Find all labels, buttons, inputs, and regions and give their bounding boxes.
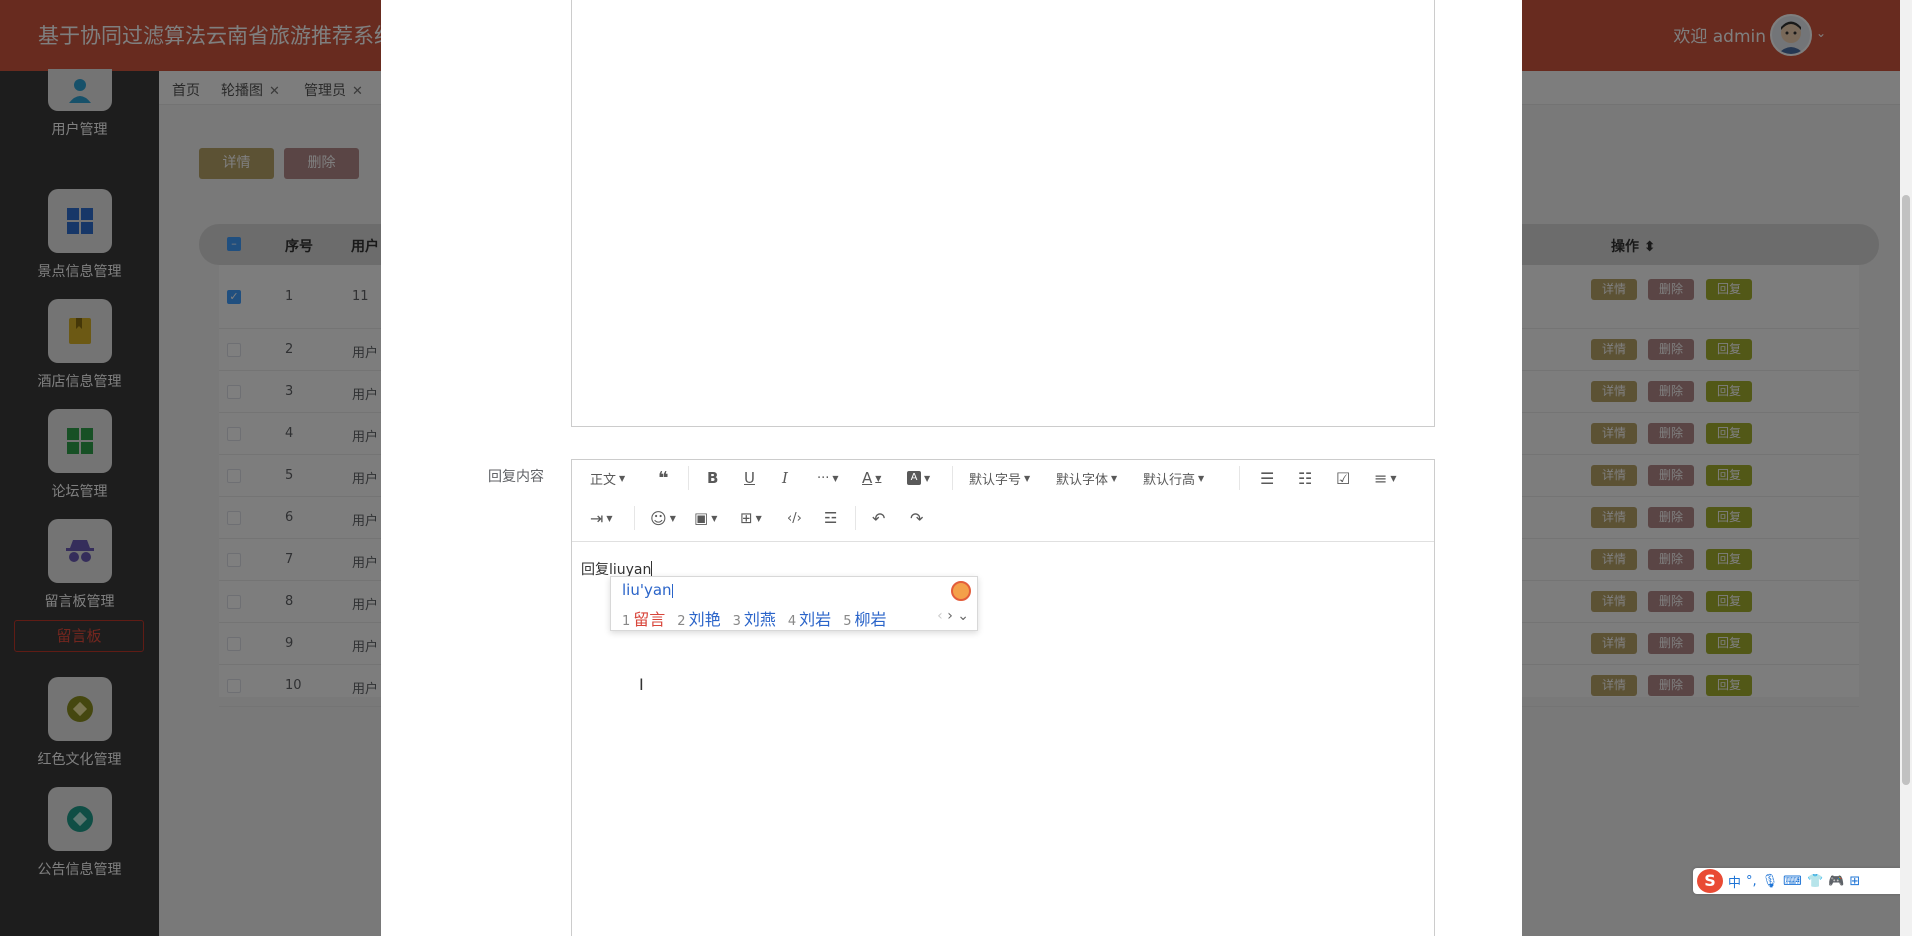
align-icon[interactable]: ≡ ▼: [1374, 463, 1397, 493]
toolbar-separator: [1239, 466, 1240, 490]
toolbar-separator: [855, 506, 856, 530]
toolbar-separator: [952, 466, 953, 490]
ime-candidate-word: 留言: [633, 610, 666, 629]
undo-icon[interactable]: ↶: [872, 503, 885, 533]
divider-icon[interactable]: ☲: [824, 503, 837, 533]
font-color-icon[interactable]: A ▼: [862, 463, 881, 493]
ime-toolbar: S 中 °, 🎙 ⌨ 👕 🎮 ⊞: [1693, 868, 1912, 894]
punctuation-icon[interactable]: °,: [1746, 874, 1757, 889]
keyboard-icon[interactable]: ⌨: [1783, 874, 1802, 889]
ime-candidate-word: 刘艳: [688, 610, 721, 629]
more-style-icon[interactable]: ··· ▼: [817, 463, 839, 493]
ime-candidate-number: 3: [732, 614, 741, 629]
ime-candidate-number: 5: [843, 614, 852, 629]
caret-down-icon: ▼: [832, 473, 839, 483]
caret-down-icon: ▼: [875, 473, 882, 483]
sogou-logo-icon[interactable]: S: [1697, 869, 1723, 893]
bold-icon[interactable]: B: [707, 463, 718, 493]
reply-content-label: 回复内容: [488, 469, 544, 485]
font-family-label: 默认字体: [1056, 472, 1109, 488]
game-icon[interactable]: 🎮: [1828, 874, 1844, 889]
ime-candidate-word: 刘燕: [743, 610, 776, 629]
caret-down-icon: ▼: [711, 513, 718, 523]
skin-icon[interactable]: 👕: [1807, 874, 1823, 889]
todo-list-icon[interactable]: ☑: [1336, 463, 1350, 493]
scrollbar-thumb[interactable]: [1902, 195, 1910, 785]
ime-candidate-word: 柳岩: [854, 610, 887, 629]
ime-candidate-popup: liu'yan 1 留言 2 刘艳 3 刘燕 4 刘岩 5 柳岩 ‹ › ⌄: [610, 576, 978, 631]
ime-candidate-word: 刘岩: [799, 610, 832, 629]
ime-mascot-icon[interactable]: [951, 581, 971, 601]
ime-pinyin-text: liu'yan: [622, 581, 672, 599]
line-height-label: 默认行高: [1143, 472, 1196, 488]
line-height-dropdown[interactable]: 默认行高 ▼: [1143, 463, 1204, 493]
ime-candidate-number: 1: [622, 614, 631, 629]
ime-prev-icon[interactable]: ‹: [937, 608, 943, 624]
caret-down-icon: ▼: [619, 473, 626, 483]
bg-color-icon[interactable]: A ▼: [907, 463, 930, 493]
previous-editor-area: [571, 0, 1435, 427]
rich-text-editor: 正文 ▼ ❝ B U I ··· ▼ A ▼ A ▼ 默认字号 ▼ 默认字体 ▼ 默认行高 ▼…: [571, 459, 1435, 936]
caret-down-icon: ▼: [1198, 473, 1205, 483]
ime-lang-toggle[interactable]: 中: [1728, 872, 1741, 891]
ime-nav: ‹ › ⌄: [937, 608, 969, 624]
ime-expand-icon[interactable]: ⌄: [957, 608, 969, 624]
ime-candidate-number: 2: [677, 614, 686, 629]
quote-icon[interactable]: ❝: [658, 463, 669, 493]
image-icon[interactable]: ▣ ▼: [694, 503, 717, 533]
underline-icon[interactable]: U: [744, 463, 755, 493]
caret-down-icon: ▼: [1390, 473, 1397, 483]
microphone-icon[interactable]: 🎙: [1762, 874, 1779, 889]
font-family-dropdown[interactable]: 默认字体 ▼: [1056, 463, 1117, 493]
reply-dialog: 回复内容 正文 ▼ ❝ B U I ··· ▼ A ▼ A ▼ 默认字号 ▼ 默认字体 ▼ …: [381, 0, 1522, 936]
table-icon[interactable]: ⊞ ▼: [740, 503, 762, 533]
indent-icon[interactable]: ⇥ ▼: [590, 503, 613, 533]
toolbar-separator: [634, 506, 635, 530]
emoji-icon[interactable]: ☺ ▼: [650, 503, 676, 533]
ime-caret: [671, 584, 673, 598]
ime-candidates: 1 留言 2 刘艳 3 刘燕 4 刘岩 5 柳岩: [622, 606, 898, 630]
paragraph-style-label: 正文: [590, 472, 617, 488]
font-size-dropdown[interactable]: 默认字号 ▼: [969, 463, 1030, 493]
text-caret: [651, 561, 653, 577]
code-icon[interactable]: ‹/›: [787, 503, 802, 533]
numbered-list-icon[interactable]: ☷: [1298, 463, 1312, 493]
caret-down-icon: ▼: [1024, 473, 1031, 483]
ime-candidate[interactable]: 3 刘燕: [733, 610, 776, 629]
ime-candidate[interactable]: 4 刘岩: [788, 610, 831, 629]
caret-down-icon: ▼: [924, 473, 931, 483]
font-size-label: 默认字号: [969, 472, 1022, 488]
ime-next-icon[interactable]: ›: [947, 608, 953, 624]
editor-toolbar: 正文 ▼ ❝ B U I ··· ▼ A ▼ A ▼ 默认字号 ▼ 默认字体 ▼ 默认行高 ▼…: [572, 460, 1434, 542]
ime-candidate[interactable]: 1 留言: [622, 610, 665, 629]
caret-down-icon: ▼: [669, 513, 676, 523]
ime-candidate[interactable]: 2 刘艳: [677, 610, 720, 629]
caret-down-icon: ▼: [606, 513, 613, 523]
paragraph-style-dropdown[interactable]: 正文 ▼: [590, 463, 625, 493]
bg-color-glyph: A: [907, 471, 921, 485]
caret-down-icon: ▼: [755, 513, 762, 523]
caret-down-icon: ▼: [1111, 473, 1118, 483]
text-cursor-icon: I: [639, 675, 644, 694]
bullet-list-icon[interactable]: ☰: [1260, 463, 1274, 493]
ime-pinyin: liu'yan: [622, 581, 673, 599]
toolbar-separator: [688, 466, 689, 490]
page-scrollbar[interactable]: [1900, 0, 1912, 936]
italic-icon[interactable]: I: [782, 463, 788, 493]
ime-candidate[interactable]: 5 柳岩: [843, 610, 886, 629]
redo-icon[interactable]: ↷: [910, 503, 923, 533]
toolbox-icon[interactable]: ⊞: [1849, 874, 1860, 889]
ime-candidate-number: 4: [787, 614, 797, 629]
